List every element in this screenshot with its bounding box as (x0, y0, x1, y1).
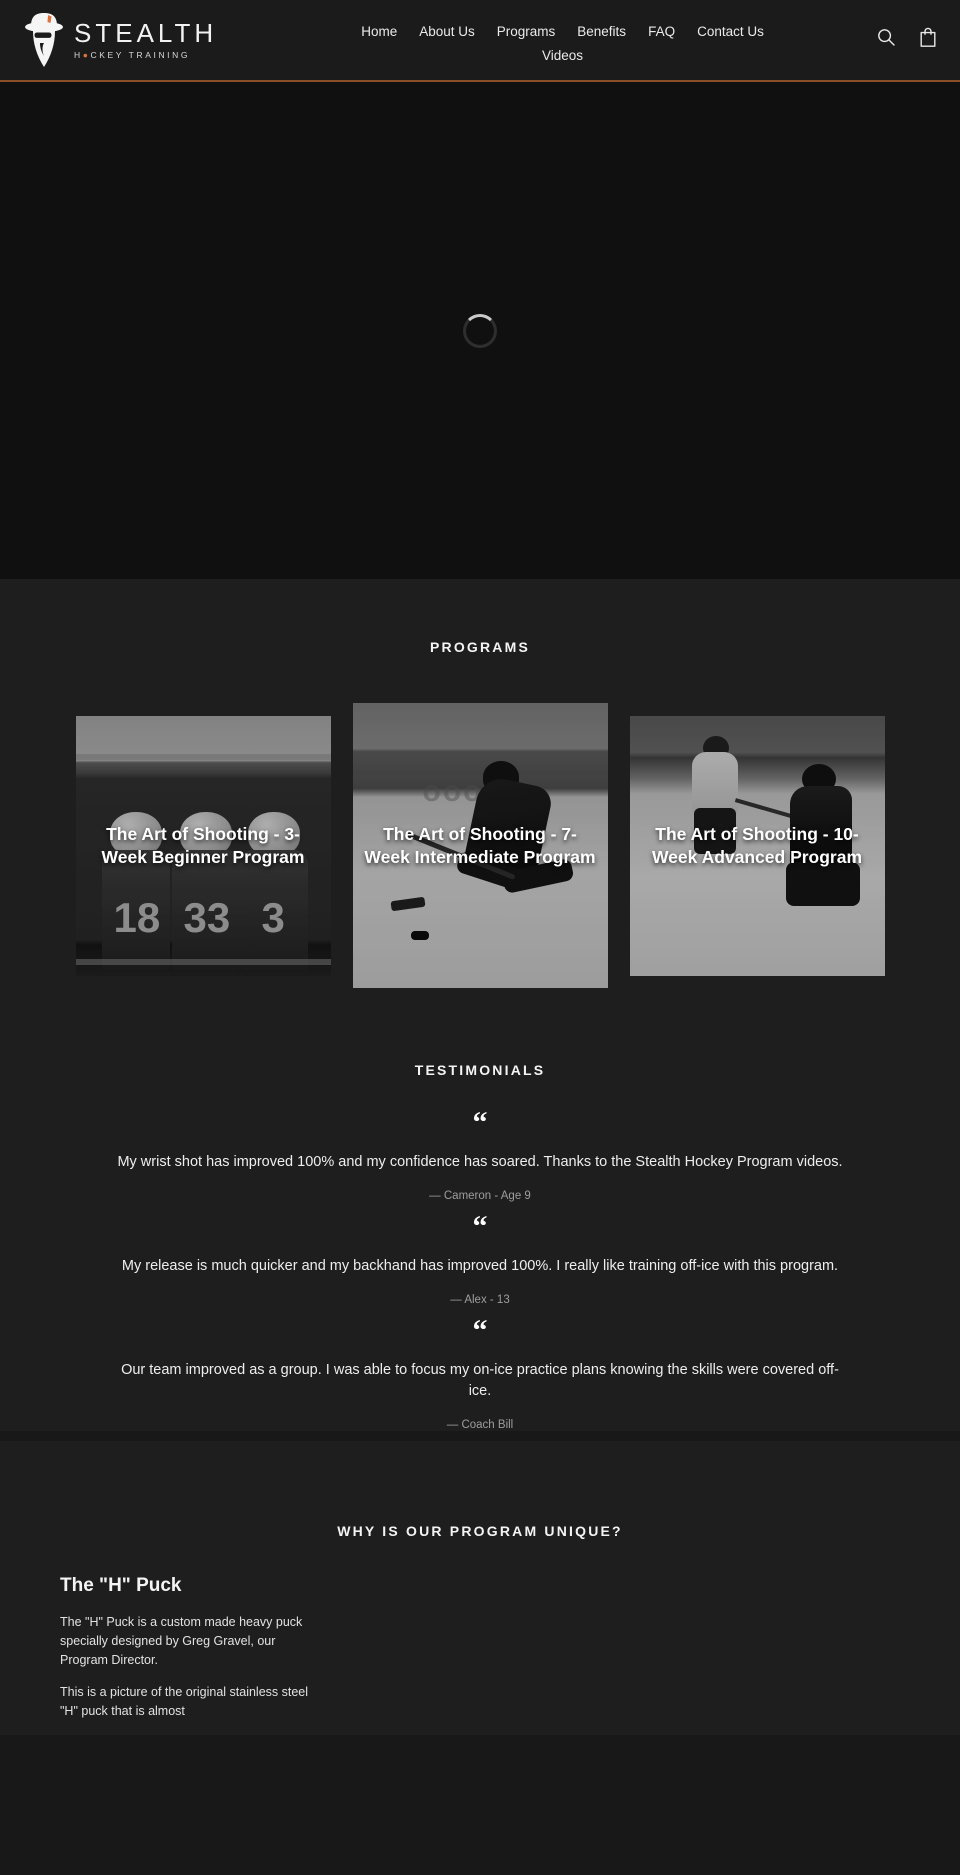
nav-item-contact-us[interactable]: Contact Us (697, 22, 764, 42)
testimonial-author: — Alex - 13 (450, 1293, 510, 1306)
program-card-title: The Art of Shooting - 3-Week Beginner Pr… (101, 823, 305, 867)
brand-logo-link[interactable]: STEALTH H●CKEY TRAINING (22, 10, 217, 70)
testimonial-author: — Coach Bill (446, 1419, 514, 1431)
program-card-advanced[interactable]: The Art of Shooting - 10-Week Advanced P… (629, 715, 885, 976)
testimonial-item: “ Our team improved as a group. I was ab… (0, 1313, 960, 1431)
quote-icon: “ (472, 1209, 488, 1243)
quote-icon: “ (472, 1106, 488, 1139)
testimonial-text: Our team improved as a group. I was able… (121, 1361, 839, 1400)
brand-wordmark: STEALTH H●CKEY TRAINING (74, 20, 217, 60)
why-unique-title: WHY IS OUR PROGRAM UNIQUE? (337, 1523, 623, 1539)
program-card-intermediate[interactable]: ooo The Art of Shooting - 7-Week Interme… (352, 703, 608, 988)
nav-item-faq[interactable]: FAQ (648, 22, 675, 42)
testimonial-text: My wrist shot has improved 100% and my c… (117, 1154, 843, 1170)
brand-tagline: H●CKEY TRAINING (74, 50, 191, 61)
h-puck-paragraph-1: The "H" Puck is a custom made heavy puck… (60, 1615, 303, 1667)
testimonials-section: TESTIMONIALS “ My wrist shot has improve… (0, 988, 960, 1431)
testimonials-title: TESTIMONIALS (414, 1062, 546, 1078)
why-unique-body: The "H" Puck The "H" Puck is a custom ma… (0, 1539, 960, 1735)
h-puck-column: The "H" Puck The "H" Puck is a custom ma… (60, 1575, 320, 1735)
site-header: STEALTH H●CKEY TRAINING Home About Us Pr… (0, 0, 960, 82)
testimonial-author: — Cameron - Age 9 (429, 1189, 531, 1202)
testimonial-item: “ My release is much quicker and my back… (0, 1209, 960, 1306)
program-card-title: The Art of Shooting - 10-Week Advanced P… (651, 823, 863, 867)
h-puck-paragraph-2: This is a picture of the original stainl… (60, 1685, 309, 1718)
programs-section: PROGRAMS 18 33 3 The Art of Shooting - 3-W… (0, 579, 960, 988)
h-puck-heading: The "H" Puck (60, 1575, 182, 1596)
nav-item-about-us[interactable]: About Us (419, 22, 475, 42)
loading-spinner-icon (463, 313, 497, 348)
nav-item-benefits[interactable]: Benefits (577, 22, 626, 42)
testimonial-text: My release is much quicker and my backha… (121, 1257, 839, 1274)
hero-video-player[interactable] (0, 82, 960, 579)
programs-card-row: 18 33 3 The Art of Shooting - 3-Week Begin… (0, 655, 960, 988)
search-icon[interactable] (876, 26, 896, 48)
program-card-beginner[interactable]: 18 33 3 The Art of Shooting - 3-Week Begin… (75, 715, 331, 976)
quote-icon: “ (472, 1313, 488, 1347)
shopping-bag-icon[interactable] (918, 26, 938, 48)
nav-item-programs[interactable]: Programs (497, 22, 556, 42)
nav-item-videos[interactable]: Videos (542, 46, 583, 66)
detective-hat-figure-icon (22, 10, 66, 70)
programs-title: PROGRAMS (429, 639, 531, 655)
nav-item-home[interactable]: Home (361, 22, 397, 42)
brand-name: STEALTH (74, 18, 218, 49)
program-card-title: The Art of Shooting - 7-Week Intermediat… (364, 823, 596, 867)
main-navigation: Home About Us Programs Benefits FAQ Cont… (298, 8, 858, 66)
header-actions (876, 26, 938, 48)
testimonial-item: “ My wrist shot has improved 100% and my… (0, 1108, 960, 1202)
why-unique-section: WHY IS OUR PROGRAM UNIQUE? The "H" Puck … (0, 1441, 960, 1735)
